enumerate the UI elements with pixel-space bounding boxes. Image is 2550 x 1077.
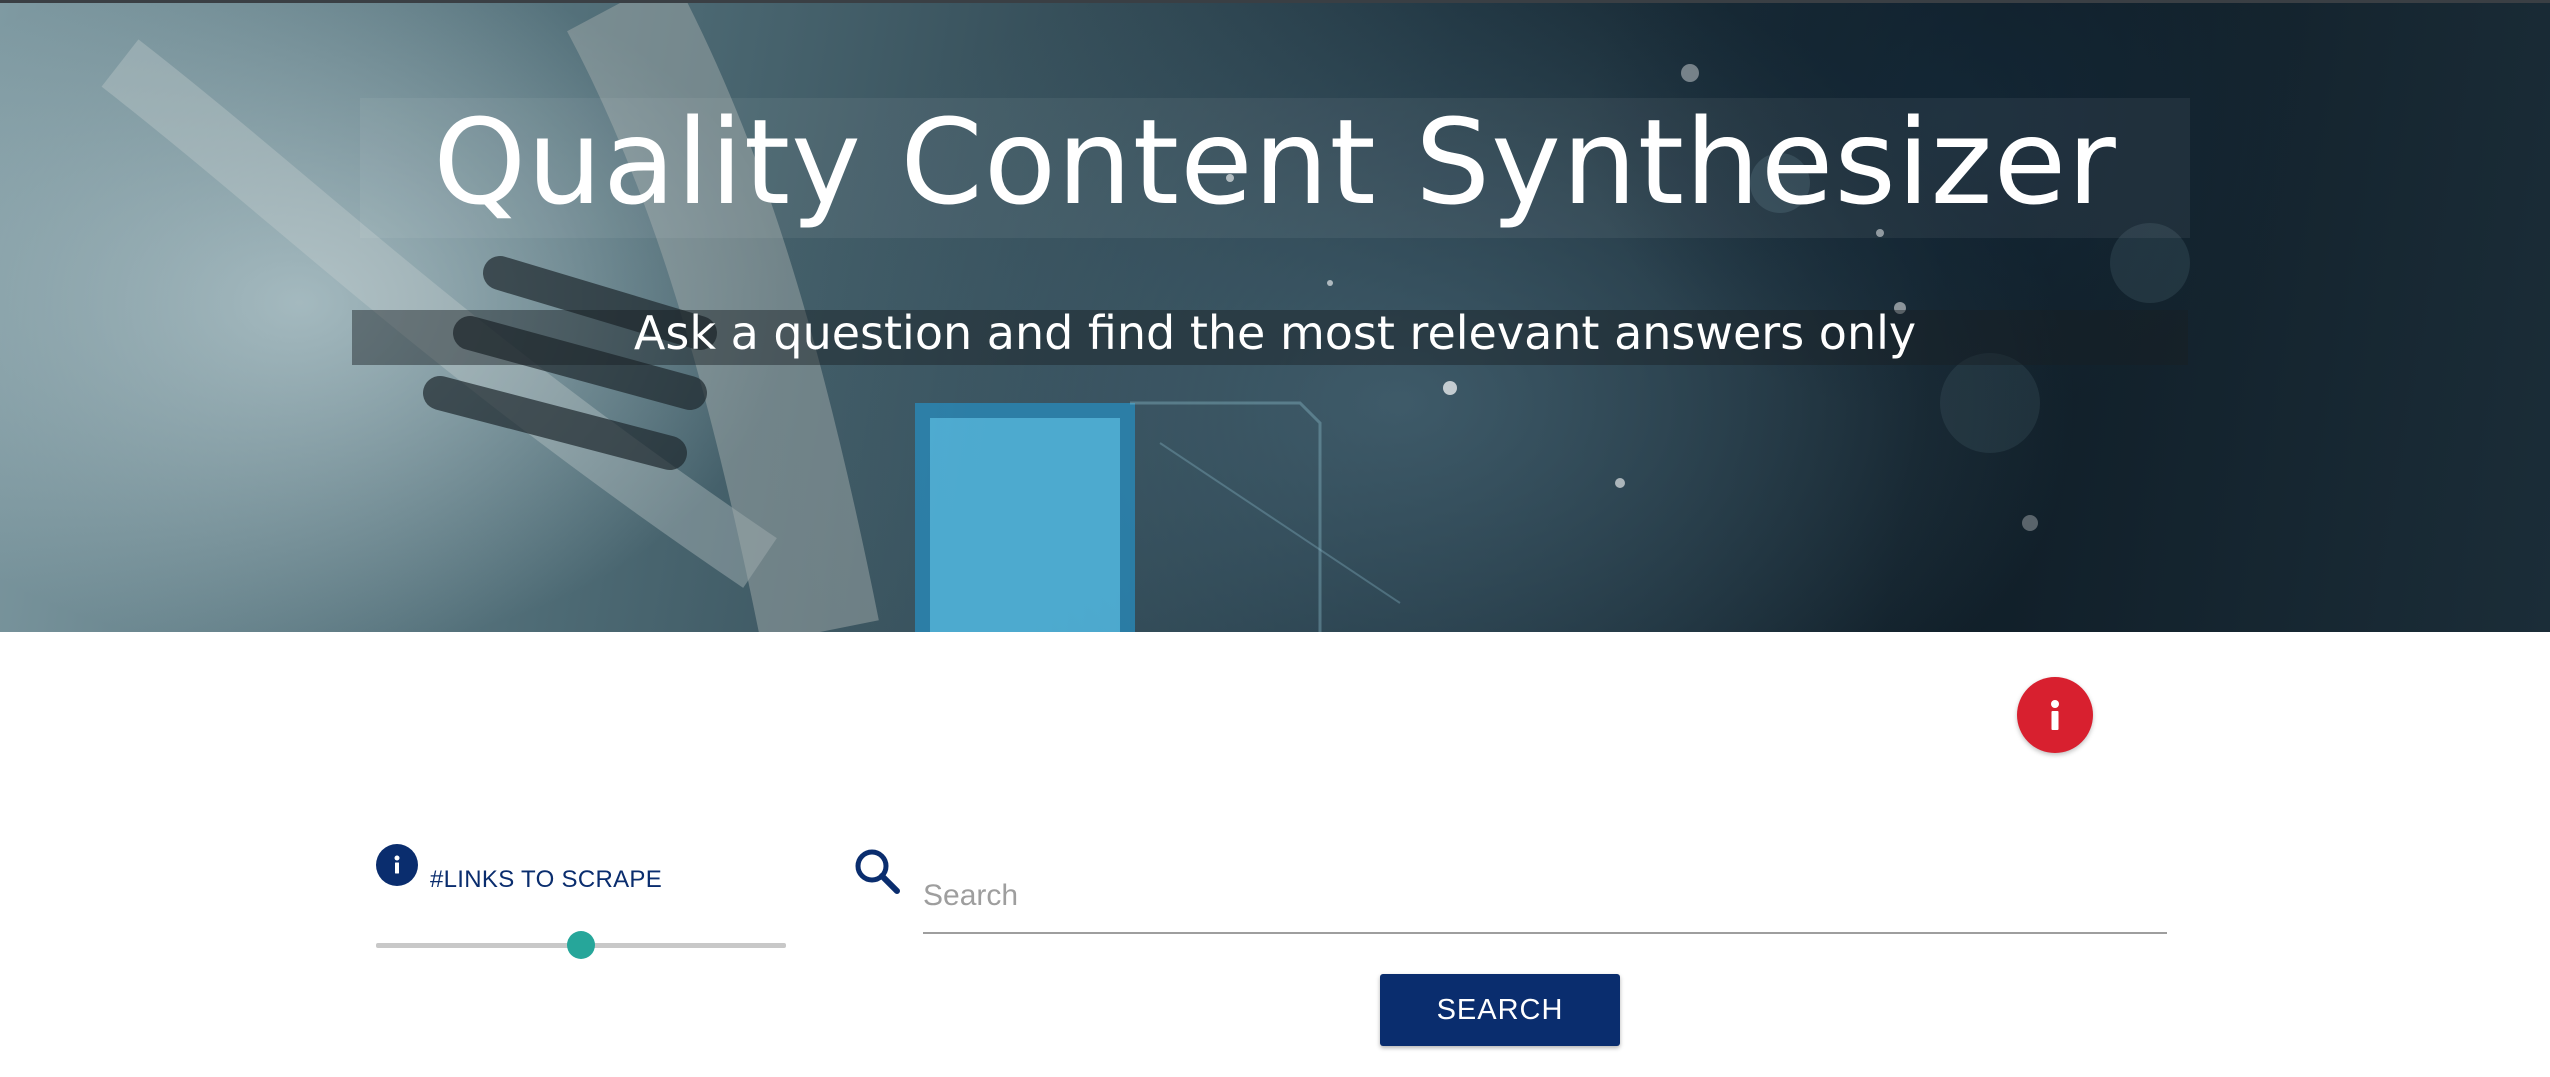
links-info-icon[interactable] (376, 844, 418, 886)
search-button[interactable]: SEARCH (1380, 974, 1620, 1046)
links-to-scrape-label: #LINKS TO SCRAPE (430, 866, 663, 893)
search-icon (855, 849, 900, 894)
info-icon (394, 855, 400, 874)
links-slider-thumb[interactable] (567, 931, 595, 959)
page-subtitle: Ask a question and find the most relevan… (633, 306, 1917, 360)
info-icon (2051, 700, 2059, 730)
info-button[interactable] (2017, 677, 2093, 753)
hero-banner: Quality Content Synthesizer Ask a questi… (0, 0, 2550, 632)
search-input[interactable] (923, 860, 2167, 934)
links-slider[interactable] (376, 931, 786, 959)
page-title: Quality Content Synthesizer (433, 93, 2117, 231)
